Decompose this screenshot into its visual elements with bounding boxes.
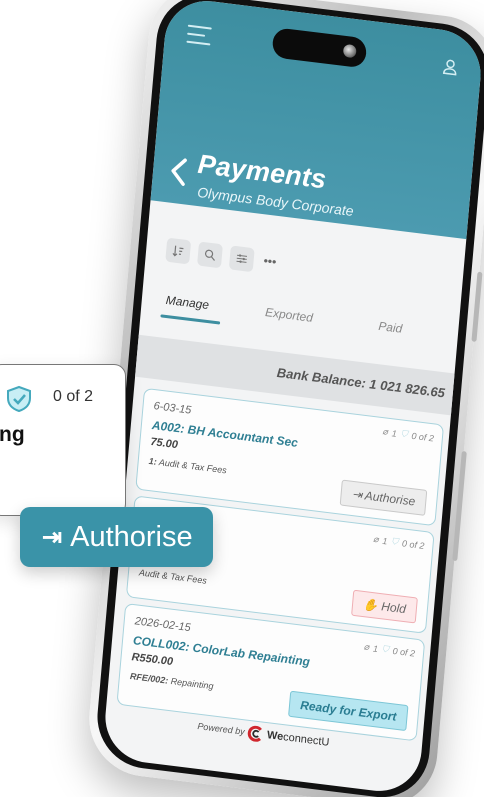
search-icon (204, 249, 215, 261)
search-button[interactable] (197, 241, 223, 269)
payment-meta: ⌀ 1 ⛉ 0 of 2 (373, 534, 425, 551)
payment-account: 1: Audit & Tax Fees (148, 456, 227, 476)
callout-approval-count: 0 of 2 (53, 388, 94, 405)
sort-button[interactable] (165, 237, 192, 265)
attachment-count: 1 (372, 643, 379, 654)
account-name: Audit & Tax Fees (156, 456, 228, 476)
approval-count: 0 of 2 (411, 430, 435, 443)
approval-count: 0 of 2 (401, 537, 425, 551)
app-header: Payments Olympus Body Corporate (150, 0, 484, 240)
attachment-count: 1 (382, 535, 388, 546)
shield-icon: ⛉ (381, 643, 390, 655)
payment-meta: ⌀ 1 ⛉ 0 of 2 (382, 426, 434, 443)
more-options-button[interactable]: ••• (263, 254, 277, 269)
brand-rest: connectU (282, 731, 330, 749)
tab-exported[interactable]: Exported (265, 305, 314, 325)
authorise-callout-button[interactable]: ⇥ Authorise (20, 507, 213, 567)
tab-paid[interactable]: Paid (378, 319, 403, 336)
sliders-icon (236, 254, 248, 263)
authorise-button[interactable]: ⇥ Authorise (339, 479, 428, 516)
payment-date: 6-03-15 (153, 400, 192, 417)
tab-manage[interactable]: Manage (165, 293, 209, 312)
phone-mockup: Payments Olympus Body Corporate ••• Mana… (84, 0, 484, 797)
callout-text-fragment: ng (0, 423, 25, 446)
approval-count: 0 of 2 (392, 645, 416, 659)
payment-meta: ⌀ 1 ⛉ 0 of 2 (363, 641, 415, 658)
payment-amount: 75.00 (149, 435, 179, 452)
account-code: RFE/002: (129, 671, 169, 686)
account-name: Audit & Tax Fees (138, 567, 208, 586)
dynamic-island (271, 27, 368, 69)
attachment-count: 1 (391, 427, 398, 439)
filter-button[interactable] (228, 245, 255, 273)
paperclip-icon: ⌀ (363, 641, 370, 652)
bank-balance-text: Bank Balance: 1 021 826.65 (276, 364, 446, 401)
active-tab-indicator (160, 314, 221, 325)
approval-callout: 0 of 2 ng (0, 364, 126, 516)
account-name: Repainting (167, 675, 214, 692)
brand-we: We (266, 729, 284, 744)
camera-icon (342, 43, 357, 59)
ready-for-export-button[interactable]: Ready for Export (288, 690, 409, 732)
user-profile-icon[interactable] (442, 58, 458, 76)
shield-icon: ⛉ (391, 536, 399, 547)
payment-account: RFE/002: Repainting (130, 671, 214, 691)
powered-by-label: Powered by (197, 721, 246, 737)
payment-amount: R550.00 (131, 651, 174, 669)
hand-icon: ✋ (362, 597, 382, 614)
shield-check-icon (5, 385, 33, 418)
arrow-to-bar-icon: ⇥ (42, 523, 63, 551)
back-chevron-icon[interactable] (168, 155, 188, 187)
shield-icon: ⛉ (400, 428, 409, 440)
paperclip-icon: ⌀ (372, 533, 379, 545)
payment-account: Audit & Tax Fees (139, 567, 208, 585)
authorise-callout-label: Authorise (70, 520, 193, 553)
paperclip-icon: ⌀ (382, 426, 389, 437)
stage: Payments Olympus Body Corporate ••• Mana… (0, 0, 484, 797)
hold-button[interactable]: ✋ Hold (351, 589, 418, 624)
sort-icon (172, 245, 184, 257)
hamburger-menu-icon[interactable] (186, 24, 212, 46)
authorise-label: Authorise (364, 488, 416, 509)
payment-date: 2026-02-15 (134, 615, 192, 635)
phone-screen: Payments Olympus Body Corporate ••• Mana… (101, 0, 484, 796)
hold-label: Hold (380, 599, 407, 617)
